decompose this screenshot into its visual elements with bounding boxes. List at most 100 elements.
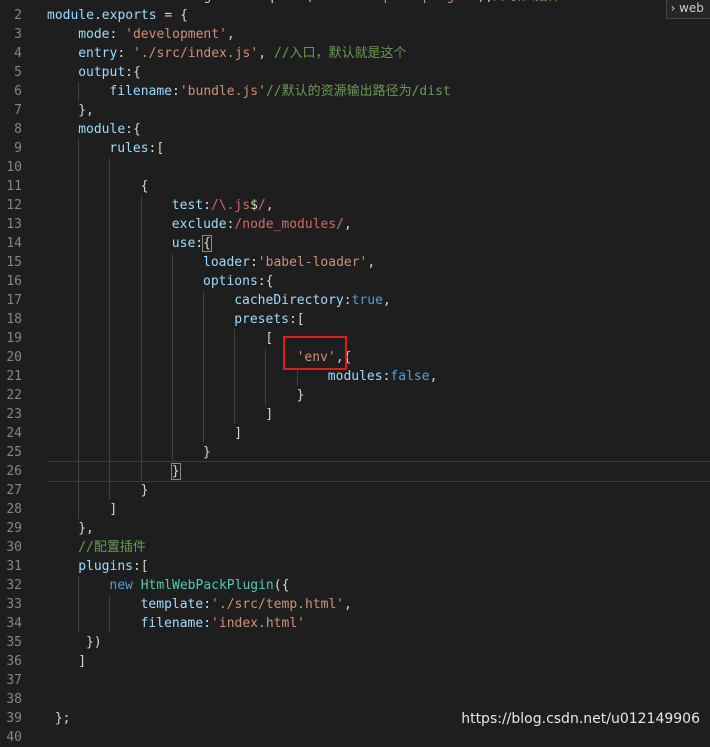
- code-line[interactable]: 6 filename:'bundle.js'//默认的资源输出路径为/dist: [0, 82, 710, 101]
- code-line[interactable]: 27}: [0, 481, 710, 500]
- indent-guide: [78, 576, 80, 595]
- indent-guide: [171, 329, 173, 348]
- code-line[interactable]: 33 template:'./src/temp.html',: [0, 595, 710, 614]
- line-number: 40: [6, 730, 22, 745]
- code-line[interactable]: 23]: [0, 405, 710, 424]
- line-number: 16: [6, 274, 22, 289]
- line-number: 39: [6, 711, 22, 726]
- indent-guide: [140, 215, 142, 234]
- indent-guide: [78, 139, 80, 158]
- code-text: };: [47, 709, 71, 728]
- indent-guide: [109, 595, 111, 614]
- indent-guide: [78, 614, 80, 633]
- code-token: ,: [226, 27, 235, 42]
- code-line[interactable]: 5 output:{: [0, 63, 710, 82]
- code-line[interactable]: 29},: [0, 519, 710, 538]
- code-line[interactable]: 3 mode: 'development',: [0, 25, 710, 44]
- code-line[interactable]: 21 modules:false,: [0, 367, 710, 386]
- code-line[interactable]: 15 loader:'babel-loader',: [0, 253, 710, 272]
- code-editor[interactable]: 1const HtmlWebPackPlugin = require('html…: [0, 0, 710, 747]
- code-token: ,: [367, 255, 376, 270]
- code-token: :[: [132, 559, 149, 574]
- code-line[interactable]: 12 test:/\.js$/,: [0, 196, 710, 215]
- code-token: require: [251, 0, 306, 4]
- find-widget-text[interactable]: web: [679, 1, 704, 15]
- indent-guide: [140, 196, 142, 215]
- code-line[interactable]: 38: [0, 690, 710, 709]
- indent-guide: [140, 348, 142, 367]
- line-number: 9: [14, 141, 22, 156]
- code-line[interactable]: 13 exclude:/node_modules/,: [0, 215, 710, 234]
- code-line[interactable]: 8 module:{: [0, 120, 710, 139]
- code-line[interactable]: 32 new HtmlWebPackPlugin({: [0, 576, 710, 595]
- code-token: new: [109, 578, 133, 593]
- code-line[interactable]: 28]: [0, 500, 710, 519]
- code-line[interactable]: 16 options:{: [0, 272, 710, 291]
- code-token: },: [78, 103, 94, 118]
- indent-guide: [234, 367, 236, 386]
- find-widget[interactable]: › web: [666, 0, 710, 19]
- line-number: 17: [6, 293, 22, 308]
- indent-guide: [140, 386, 142, 405]
- code-token: ,: [429, 369, 438, 384]
- code-line[interactable]: 9 rules:[: [0, 139, 710, 158]
- code-token: {: [140, 179, 149, 194]
- indent-guide: [109, 614, 111, 633]
- code-text: ]: [265, 405, 273, 424]
- code-line[interactable]: 7},: [0, 101, 710, 120]
- code-token: $: [250, 198, 258, 213]
- line-number: 28: [6, 502, 22, 517]
- code-line[interactable]: 11 {: [0, 177, 710, 196]
- code-text: test:/\.js$/,: [172, 196, 274, 215]
- code-text: filename:'index.html': [141, 614, 305, 633]
- code-line[interactable]: 17 cacheDirectory:true,: [0, 291, 710, 310]
- indent-guide: [78, 329, 80, 348]
- line-number: 8: [14, 122, 22, 137]
- indent-guide: [78, 196, 80, 215]
- code-line[interactable]: 18 presets:[: [0, 310, 710, 329]
- indent-guide: [234, 348, 236, 367]
- code-text: presets:[: [234, 310, 304, 329]
- code-line[interactable]: 26}: [0, 461, 710, 482]
- indent-guide: [78, 272, 80, 291]
- code-line[interactable]: 22}: [0, 386, 710, 405]
- indent-guide: [78, 386, 80, 405]
- chevron-right-icon[interactable]: ›: [667, 0, 679, 16]
- code-token: module: [47, 8, 94, 23]
- code-line[interactable]: 20'env',{: [0, 348, 710, 367]
- indent-guide: [265, 348, 267, 367]
- code-line[interactable]: 2 module.exports = {: [0, 6, 710, 25]
- code-text: },: [78, 519, 94, 538]
- code-line[interactable]: 24]: [0, 424, 710, 443]
- code-token: ,: [382, 293, 391, 308]
- code-line[interactable]: 34 filename:'index.html': [0, 614, 710, 633]
- indent-guide: [78, 215, 80, 234]
- code-line[interactable]: 4 entry: './src/index.js', //入口，默认就是这个: [0, 44, 710, 63]
- code-line[interactable]: 40: [0, 728, 710, 747]
- line-number: 15: [6, 255, 22, 270]
- code-line[interactable]: 14 use:{: [0, 234, 710, 253]
- code-text: mode: 'development',: [78, 25, 235, 44]
- line-number: 33: [6, 597, 22, 612]
- code-text: module:{: [78, 120, 141, 139]
- code-line[interactable]: 25}: [0, 443, 710, 462]
- code-token: :: [109, 27, 126, 42]
- code-token: mode: [78, 27, 110, 42]
- indent-guide: [265, 367, 267, 386]
- code-line[interactable]: 36]: [0, 652, 710, 671]
- code-line[interactable]: 31 plugins:[: [0, 557, 710, 576]
- code-token: filename: [140, 616, 204, 631]
- line-number: 20: [6, 350, 22, 365]
- code-line[interactable]: 30 //配置插件: [0, 538, 710, 557]
- indent-guide: [109, 424, 111, 443]
- indent-guide: [203, 386, 204, 405]
- code-line[interactable]: 35 }): [0, 633, 710, 652]
- code-line[interactable]: 10: [0, 158, 710, 177]
- code-text: exclude:/node_modules/,: [172, 215, 352, 234]
- indent-guide: [109, 253, 111, 272]
- code-line[interactable]: 37: [0, 671, 710, 690]
- code-token: .: [93, 8, 102, 23]
- line-number: 34: [6, 616, 22, 631]
- code-line[interactable]: 19 [: [0, 329, 710, 348]
